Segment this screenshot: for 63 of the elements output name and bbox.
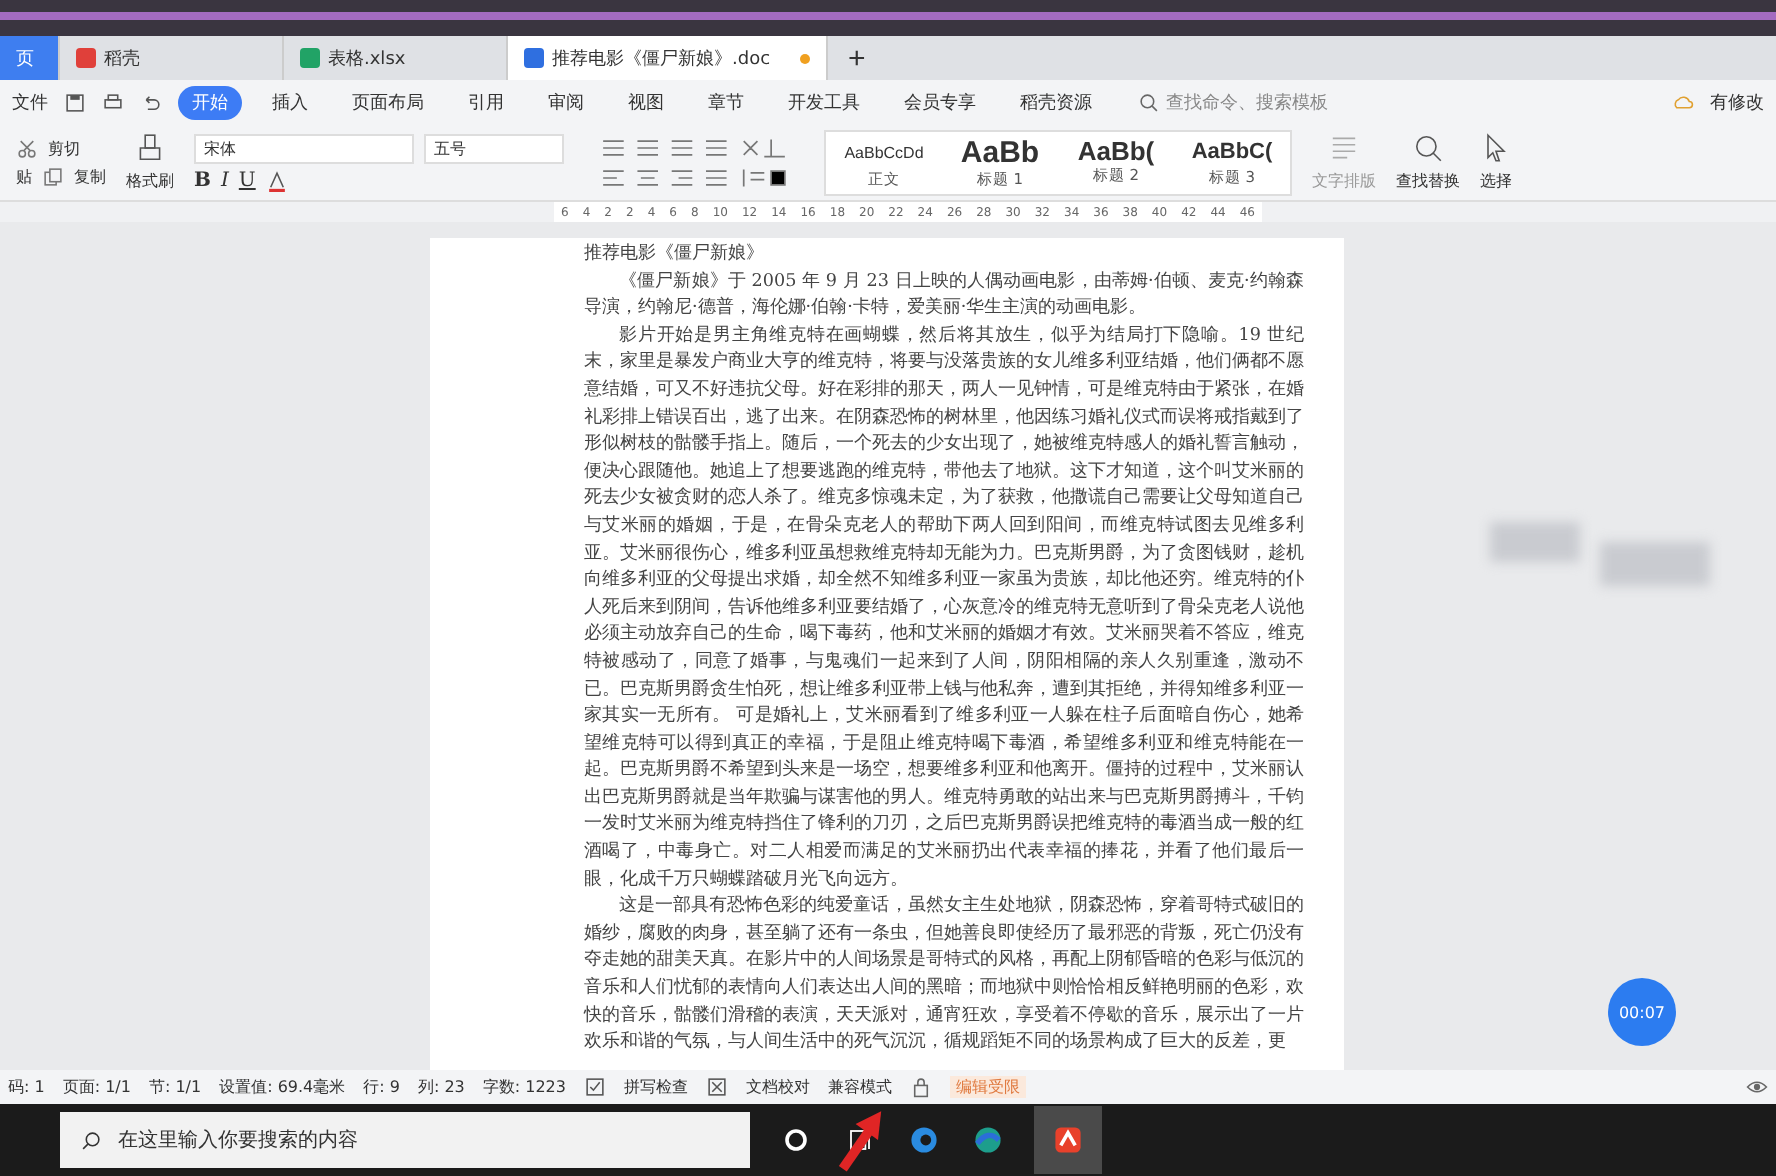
search-icon bbox=[1138, 91, 1160, 113]
wps-icon bbox=[1050, 1122, 1086, 1158]
search-icon bbox=[80, 1129, 102, 1151]
copy-button[interactable]: 复制 bbox=[74, 165, 106, 187]
format-button[interactable]: B bbox=[194, 169, 211, 191]
cut-button[interactable]: 剪切 bbox=[48, 137, 80, 159]
font-dropdown[interactable]: 宋体 bbox=[194, 133, 414, 163]
new-tab-button[interactable]: + bbox=[828, 36, 886, 80]
brush-icon[interactable] bbox=[134, 132, 166, 164]
timer-badge[interactable]: 00:07 bbox=[1608, 978, 1676, 1046]
document-paragraph: 这是一部具有恐怖色彩的纯爱童话，虽然女主生处地狱，阴森恐怖，穿着哥特式破旧的婚纱，腐败的肉身，甚至躺了还有一条虫，但她善良即使经历了最邪恶的背叛，死亡仍没有夺走她的甜美天真。在影片中的人间场景是哥特式的风格，再配上阴郁昏暗的色彩与低沉的音乐和人们忧郁的表情向人们表达出人间的黑暗；而地狱中则恰恰相反鲜艳明丽的色彩，欢快的音乐，骷髅们滑稽的表演，天天派对，通宵狂欢，享受着不停歇的音乐，展示出了一片欢乐和谐的气氛，与人间生活中的死气沉沉，循规蹈矩不同的场景构成了巨大的反差，更 bbox=[584, 894, 1304, 1057]
menu-tab[interactable]: 插入 bbox=[258, 85, 322, 119]
document-check-icon bbox=[706, 1076, 728, 1098]
file-menu[interactable]: 文件 bbox=[12, 89, 48, 115]
wps-taskbar-button[interactable] bbox=[1034, 1106, 1102, 1174]
menu-tab[interactable]: 会员专享 bbox=[890, 85, 990, 119]
blurred-patch bbox=[1490, 522, 1580, 562]
menu-tab[interactable]: 开发工具 bbox=[774, 85, 874, 119]
font-size-dropdown[interactable]: 五号 bbox=[424, 133, 564, 163]
menu-tab[interactable]: 视图 bbox=[614, 85, 678, 119]
font-color-icon[interactable] bbox=[265, 169, 288, 191]
menu-tab[interactable]: 稻壳资源 bbox=[1006, 85, 1106, 119]
edge-icon[interactable] bbox=[970, 1122, 1006, 1158]
save-icon[interactable] bbox=[64, 91, 86, 113]
lock-icon bbox=[910, 1076, 932, 1098]
status-item: 设置值: 69.4毫米 bbox=[219, 1076, 346, 1098]
status-item: 码: 1 bbox=[8, 1076, 45, 1098]
changes-status[interactable]: 有修改 bbox=[1710, 89, 1764, 115]
format-painter-label[interactable]: 格式刷 bbox=[126, 170, 174, 192]
menu-tab[interactable]: 审阅 bbox=[534, 85, 598, 119]
paste-label[interactable]: 贴 bbox=[16, 165, 32, 187]
status-item: 节: 1/1 bbox=[148, 1076, 202, 1098]
status-item: 行: 9 bbox=[363, 1076, 400, 1098]
cloud-icon bbox=[1672, 91, 1694, 113]
format-button[interactable]: U bbox=[238, 169, 256, 191]
scissors-icon[interactable] bbox=[16, 137, 38, 159]
menu-tab[interactable]: 页面布局 bbox=[338, 85, 438, 119]
find-replace-label[interactable]: 查找替换 bbox=[1396, 170, 1460, 192]
document-tab[interactable]: 页 bbox=[0, 36, 60, 80]
menu-tab[interactable]: 引用 bbox=[454, 85, 518, 119]
document-tab[interactable]: 推荐电影《僵尸新娘》.doc bbox=[508, 36, 828, 80]
document-title: 推荐电影《僵尸新娘》 bbox=[584, 242, 766, 268]
spell-check-button[interactable]: 拼写检查 bbox=[624, 1076, 688, 1098]
status-item: 列: 23 bbox=[417, 1076, 465, 1098]
checkbox-icon bbox=[584, 1076, 606, 1098]
blurred-patch bbox=[1600, 542, 1710, 586]
print-icon[interactable] bbox=[102, 91, 124, 113]
proofread-button[interactable]: 文档校对 bbox=[746, 1076, 810, 1098]
compat-mode-label: 兼容模式 bbox=[828, 1076, 892, 1098]
copy-icon[interactable] bbox=[42, 165, 64, 187]
menu-tab[interactable]: 章节 bbox=[694, 85, 758, 119]
document-paragraph: 《僵尸新娘》于 2005 年 9 月 23 日上映的人偶动画电影，由蒂姆·伯顿、麦克·约翰森导演，约翰尼·德普，海伦娜·伯翰·卡特，爱美丽·华生主演的动画电影。 bbox=[584, 269, 1304, 323]
format-button[interactable]: I bbox=[220, 169, 229, 191]
document-paragraph: 影片开始是男主角维克特在画蝴蝶，然后将其放生，似乎为结局打下隐喻。19 世纪末，家里是暴发户商业大亨的维克特，将要与没落贵族的女儿维多利亚结婚，他们俩都不愿意结婚，可又不好违抗父母。好在彩排的那天，两人一见钟情，可是维克特由于紧张，在婚礼彩排上错误百出，逃了出来。在阴森恐怖的树林里，他因练习婚礼仪式而误将戒指戴到了形似树枝的骷髅手指上。随后，一个死去的少女出现了，她被维克特感人的婚礼誓言触动，便决心跟随他。她追上了想要逃跑的维克特，带他去了地狱。这下才知道，这个叫艾米丽的死去少女被贪财的恋人杀了。维克多惊魂未定，为了获救，他撒谎自己需要让父母知道自己与艾米丽的婚姻，于是，在骨朵克老人的帮助下两人回到阳间，而维克特试图去见维多利亚。艾米丽很伤心，维多利亚虽想救维克特却无能为力。巴克斯男爵，为了贪图钱财，趁机向维多利亚的父母提出求婚，却全然不知维多利亚一家虽为贵族，却比他还穷。维克特的仆人死后来到阴间，告诉他维多利亚要结婚了，心灰意冷的维克特无意听到了骨朵克老人说他必须主动放弃自己的生命，喝下毒药，他和艾米丽的婚姻才有效。艾米丽哭着不答应，维克特被感动了，同意了婚事，与鬼魂们一起来到了人间，阴阳相隔的亲人久别重逢，激动不已。巴克斯男爵贪生怕死，想让维多利亚带上钱与他私奔，遭到其拒绝，并得知维多利亚一家其实一无所有。 可是婚礼上，艾米丽看到了维多利亚一人躲在柱子后面暗自伤心，她希望维克特可以得到真正的幸福，于是阻止维克特喝下毒酒，希望维多利亚和维克特能在一起。巴克斯男爵不希望到头来是一场空，想要维多利亚和他离开。僵持的过程中，艾米丽认出巴克斯男爵就是当年欺骗与谋害他的男人。维克特勇敢的站出来与巴克斯男爵搏斗，千钧一发时艾米丽为维克特挡住了锋利的刀刃，之后巴克斯男爵误把维克特的毒酒当成一般的红酒喝了，中毒身亡。对二人相爱而满足的艾米丽扔出代表幸福的捧花，并看了他们最后一眼，化成千万只蝴蝶踏破月光飞向远方。 bbox=[584, 323, 1304, 894]
status-item: 字数: 1223 bbox=[482, 1076, 566, 1098]
undo-icon[interactable] bbox=[140, 91, 162, 113]
browser-icon[interactable] bbox=[906, 1122, 942, 1158]
menu-tab[interactable]: 开始 bbox=[178, 85, 242, 119]
taskbar-search-field[interactable]: 在这里输入你要搜索的内容 bbox=[60, 1112, 750, 1168]
select-label[interactable]: 选择 bbox=[1480, 170, 1512, 192]
search-icon[interactable] bbox=[1412, 132, 1444, 164]
status-item: 页面: 1/1 bbox=[62, 1076, 131, 1098]
eye-icon[interactable] bbox=[1746, 1076, 1768, 1098]
